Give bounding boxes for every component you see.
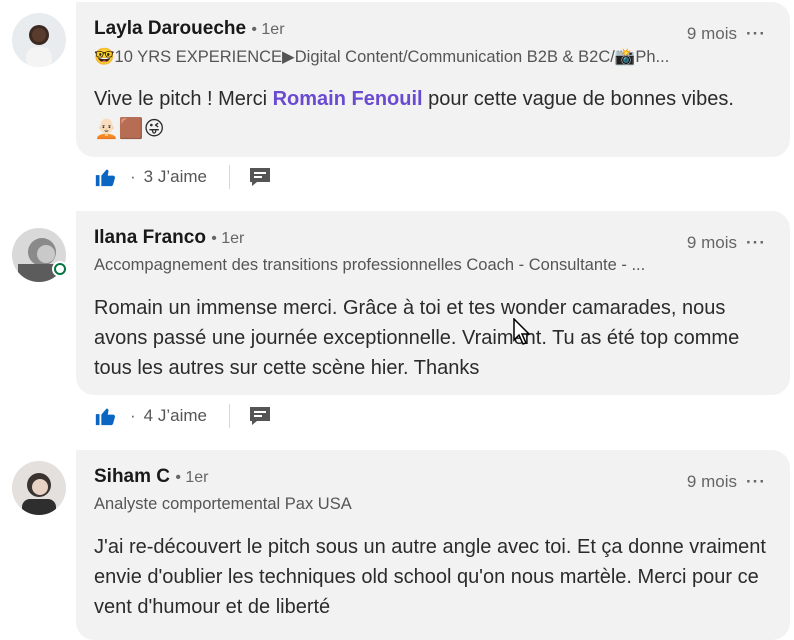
more-options-icon[interactable]: ··· (746, 472, 766, 492)
connection-degree: • 1er (175, 469, 209, 486)
comment-text-start: Vive le pitch ! Merci (94, 88, 273, 110)
avatar[interactable] (12, 228, 68, 282)
comment-actions: · 3 J’aime (94, 164, 272, 190)
commenter-name[interactable]: Layla Daroueche • 1er (94, 18, 285, 40)
comment-text: Vive le pitch ! Merci Romain Fenouil pou… (94, 84, 774, 144)
commenter-headline: Accompagnement des transitions professio… (94, 256, 646, 274)
reply-icon[interactable] (248, 166, 272, 188)
comment-bubble: Layla Daroueche • 1er 9 mois ··· 🤓10 YRS… (76, 2, 790, 157)
commenter-headline: 🤓10 YRS EXPERIENCE▶Digital Content/Commu… (94, 48, 670, 66)
mention-link[interactable]: Romain Fenouil (273, 88, 423, 110)
comment-bubble: Siham C • 1er 9 mois ··· Analyste compor… (76, 450, 790, 640)
more-options-icon[interactable]: ··· (746, 233, 766, 253)
commenter-name-text[interactable]: Ilana Franco (94, 227, 206, 248)
like-count[interactable]: 4 J’aime (144, 406, 207, 426)
comment-text: J'ai re-découvert le pitch sous un autre… (94, 536, 766, 618)
like-thumb-icon[interactable] (94, 405, 116, 427)
more-options-icon[interactable]: ··· (746, 24, 766, 44)
reply-icon[interactable] (248, 405, 272, 427)
divider (228, 165, 230, 189)
commenter-name-text[interactable]: Layla Daroueche (94, 18, 246, 39)
commenter-headline: Analyste comportemental Pax USA (94, 495, 352, 513)
comment-time: 9 mois (686, 24, 737, 43)
comment-emojis: 🧑🏻‍🦲🟫😜 (94, 118, 165, 140)
mouse-cursor-icon (513, 318, 531, 345)
commenter-name[interactable]: Ilana Franco • 1er (94, 227, 244, 249)
like-thumb-icon[interactable] (94, 166, 116, 188)
like-separator-dot: · (130, 406, 136, 425)
comment-text-end: pour cette vague de bonnes vibes. (422, 88, 734, 110)
comment-time: 9 mois (686, 472, 737, 491)
comment-time: 9 mois (686, 233, 737, 252)
online-status-badge (52, 261, 68, 277)
like-separator-dot: · (130, 167, 136, 186)
avatar[interactable] (12, 461, 66, 515)
commenter-name[interactable]: Siham C • 1er (94, 466, 208, 488)
commenter-name-text[interactable]: Siham C (94, 466, 170, 487)
comment-text: Romain un immense merci. Grâce à toi et … (94, 297, 740, 379)
connection-degree: • 1er (211, 230, 245, 247)
comment-actions: · 4 J’aime (94, 403, 272, 429)
divider (228, 404, 230, 428)
like-count[interactable]: 3 J’aime (144, 167, 207, 187)
comment-bubble: Ilana Franco • 1er 9 mois ··· Accompagne… (76, 211, 790, 395)
avatar[interactable] (12, 13, 66, 67)
connection-degree: • 1er (251, 21, 285, 38)
